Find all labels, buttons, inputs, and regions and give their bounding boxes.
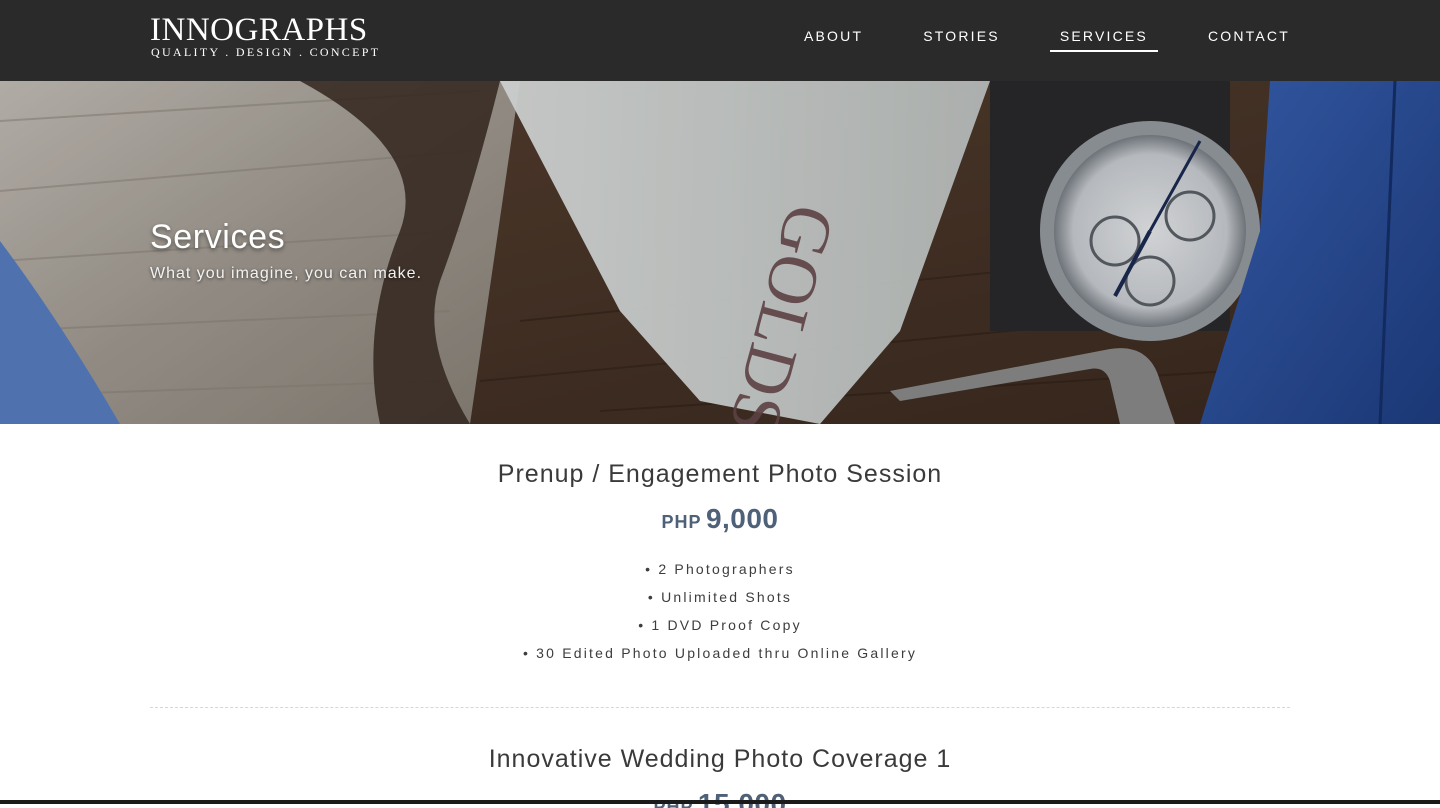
nav-about[interactable]: ABOUT [804, 0, 863, 81]
package-price: PHP 15,000 [150, 788, 1290, 808]
list-item: 1 DVD Proof Copy [150, 611, 1290, 639]
logo-title: INNOGRAPHS [150, 12, 368, 48]
nav-services[interactable]: SERVICES [1049, 0, 1159, 81]
price-currency: PHP [661, 512, 702, 532]
package-wedding-coverage-1: Innovative Wedding Photo Coverage 1 PHP … [150, 744, 1290, 808]
page-subtitle: What you imagine, you can make. [150, 265, 423, 282]
site-header: INNOGRAPHS QUALITY . DESIGN . CONCEPT AB… [0, 0, 1440, 81]
nav-contact[interactable]: CONTACT [1208, 0, 1290, 81]
window-bottom-edge [0, 800, 1440, 804]
site-logo[interactable]: INNOGRAPHS QUALITY . DESIGN . CONCEPT [150, 14, 410, 64]
nav-stories[interactable]: STORIES [923, 0, 1000, 81]
logo-tagline: QUALITY . DESIGN . CONCEPT [151, 45, 381, 59]
package-feature-list: 2 Photographers Unlimited Shots 1 DVD Pr… [150, 555, 1290, 667]
package-price: PHP 9,000 [150, 503, 1290, 535]
section-divider [150, 707, 1290, 708]
package-prenup: Prenup / Engagement Photo Session PHP 9,… [150, 459, 1290, 667]
list-item: 2 Photographers [150, 555, 1290, 583]
package-title: Innovative Wedding Photo Coverage 1 [488, 745, 952, 773]
price-amount: 9,000 [705, 503, 779, 534]
main-nav: ABOUT STORIES SERVICES CONTACT [744, 0, 1290, 81]
list-item: 30 Edited Photo Uploaded thru Online Gal… [150, 639, 1290, 667]
list-item: Unlimited Shots [150, 583, 1290, 611]
price-amount: 15,000 [697, 788, 787, 808]
hero-banner: GOLDS Services What you imagine, you can… [0, 81, 1440, 424]
package-title: Prenup / Engagement Photo Session [497, 460, 943, 488]
page-title: Services [150, 218, 286, 256]
